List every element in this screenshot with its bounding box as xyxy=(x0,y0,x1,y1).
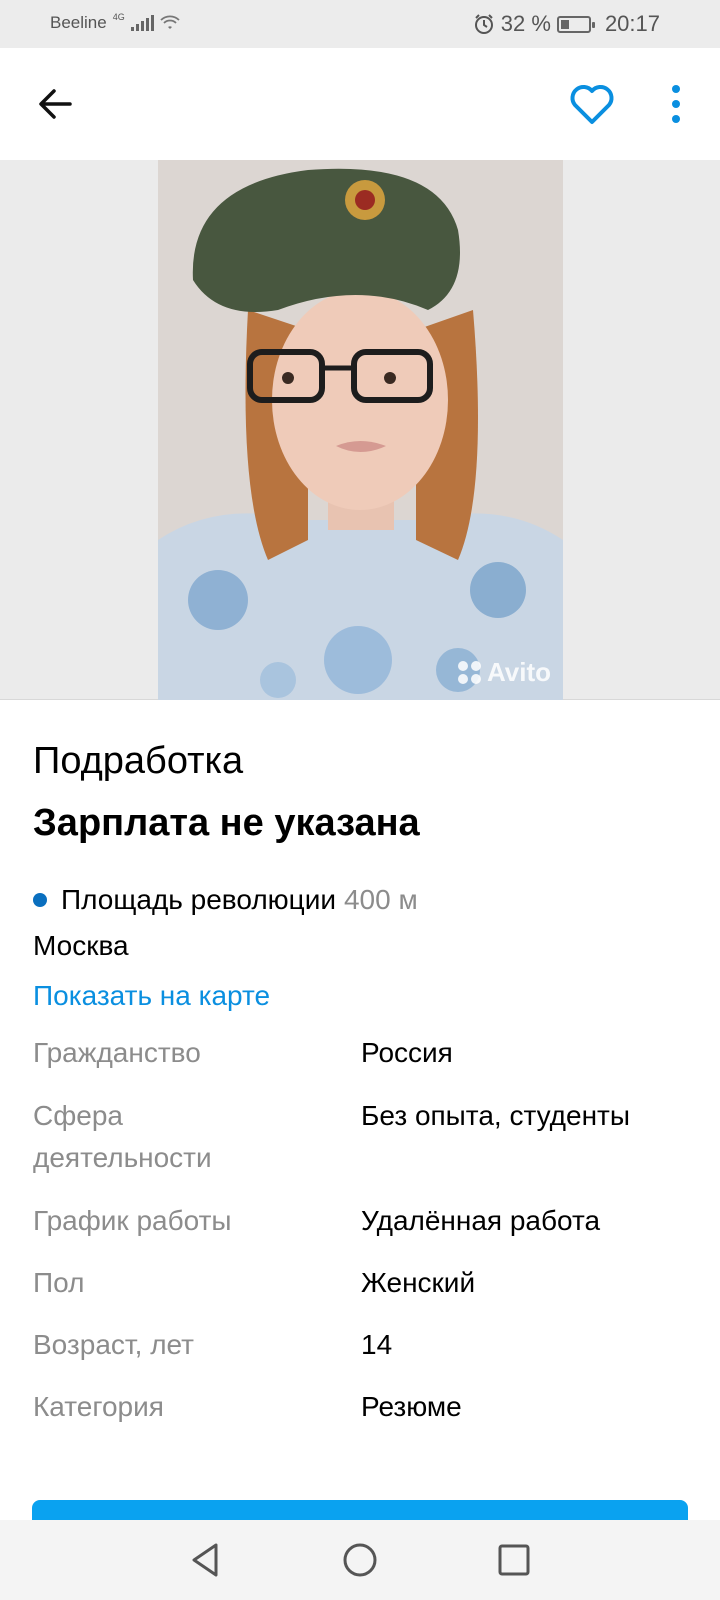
param-key: Категория xyxy=(33,1391,164,1422)
city: Москва xyxy=(33,930,129,961)
battery-icon xyxy=(556,15,595,33)
metro-distance: 400 м xyxy=(343,884,418,915)
param-value: Без опыта, студенты xyxy=(361,1100,630,1131)
metro-info: Площадь революции 400 м xyxy=(33,884,418,916)
network-type: 4G xyxy=(112,11,125,22)
nav-recents-button[interactable] xyxy=(494,1540,534,1580)
more-vertical-icon xyxy=(672,85,680,123)
param-key: График работы xyxy=(33,1205,232,1236)
carrier-name: Beeline xyxy=(50,13,107,32)
param-value: Россия xyxy=(361,1037,453,1068)
more-options-button[interactable] xyxy=(656,78,696,130)
arrow-left-icon xyxy=(39,89,72,119)
salary: Зарплата не указана xyxy=(33,802,420,844)
nav-home-button[interactable] xyxy=(340,1540,380,1580)
alarm-icon xyxy=(474,14,493,34)
watermark-text: Avito xyxy=(486,657,551,687)
avito-watermark: Avito xyxy=(457,657,551,688)
square-recents-icon xyxy=(498,1544,530,1576)
param-value: Удалённая работа xyxy=(361,1205,601,1236)
param-value: Женский xyxy=(361,1267,476,1298)
battery-level xyxy=(560,19,569,29)
status-left: Beeline 4G xyxy=(50,11,180,33)
clock: 20:17 xyxy=(604,11,660,36)
show-on-map-link[interactable]: Показать на карте xyxy=(33,980,270,1012)
signal-icon xyxy=(130,15,154,31)
back-button[interactable] xyxy=(34,82,78,126)
favorite-button[interactable] xyxy=(566,78,618,130)
status-bar: Beeline 4G 32 % 20:17 xyxy=(0,0,720,48)
param-key: Сфера деятельности xyxy=(33,1100,212,1173)
param-value: Резюме xyxy=(361,1391,462,1422)
param-key: Пол xyxy=(33,1267,85,1298)
status-right: 32 % 20:17 xyxy=(473,11,660,37)
listing-photo-image xyxy=(158,160,563,700)
system-nav-bar xyxy=(0,1520,720,1600)
battery-percent: 32 % xyxy=(500,11,551,36)
wifi-icon xyxy=(160,15,180,29)
photo-gallery[interactable]: Avito xyxy=(0,160,720,700)
metro-station: Площадь революции xyxy=(61,884,336,915)
nav-back-button[interactable] xyxy=(186,1540,226,1580)
listing-photo[interactable]: Avito xyxy=(158,160,563,700)
avito-logo-icon xyxy=(457,661,481,684)
listing-title: Подработка xyxy=(33,740,244,782)
app-bar xyxy=(0,48,720,160)
circle-home-icon xyxy=(343,1543,377,1577)
heart-outline-icon xyxy=(570,85,614,124)
param-key: Возраст, лет xyxy=(33,1329,194,1360)
param-key: Гражданство xyxy=(33,1037,201,1068)
triangle-back-icon xyxy=(192,1543,218,1577)
param-value: 14 xyxy=(361,1329,393,1360)
metro-line-dot-icon xyxy=(33,893,47,907)
